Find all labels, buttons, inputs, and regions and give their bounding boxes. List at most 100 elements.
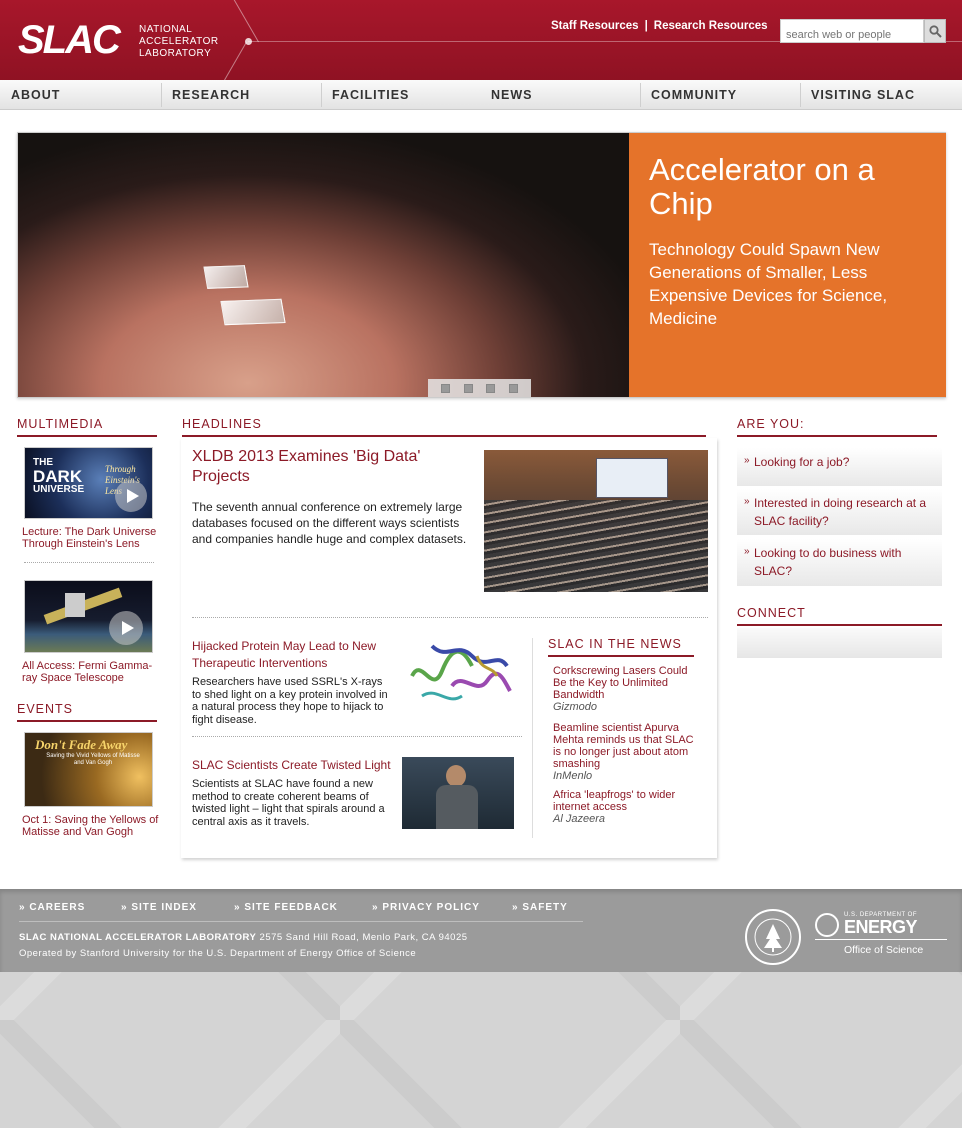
news-item-title[interactable]: Africa 'leapfrogs' to wider internet acc… [553,789,698,813]
logo-wordmark: SLAC [18,18,121,62]
chip-image [220,298,286,326]
event-caption[interactable]: Oct 1: Saving the Yellows of Matisse and… [22,814,162,838]
multimedia-heading: MULTIMEDIA [17,417,157,437]
footer-link-privacy-policy[interactable]: » PRIVACY POLICY [372,902,480,913]
connect-heading: CONNECT [737,606,942,626]
search-button[interactable] [924,19,946,43]
staff-resources-link[interactable]: Staff Resources [551,20,639,32]
hero-carousel: Accelerator on a Chip Technology Could S… [17,132,946,398]
hero-image[interactable] [18,133,629,397]
news-item[interactable]: Beamline scientist Apurva Mehta reminds … [553,722,698,782]
footer-link-careers[interactable]: » CAREERS [19,902,85,913]
event-thumbnail[interactable]: Don't Fade Away Saving the Vivid Yellows… [24,732,153,807]
hero-title[interactable]: Accelerator on a Chip [649,153,926,221]
footer-street: 2575 Sand Hill Road, Menlo Park, CA 9402… [259,932,468,943]
logo-subtitle: NATIONAL ACCELERATOR LABORATORY [139,24,219,60]
ask-research[interactable]: » Interested in doing research at a SLAC… [737,489,942,535]
footer-link-site-feedback[interactable]: » SITE FEEDBACK [234,902,338,913]
news-item-source: InMenlo [553,770,593,782]
carousel-dot[interactable] [486,383,496,393]
hero-subtitle: Technology Could Spawn New Generations o… [649,240,888,328]
nav-community[interactable]: COMMUNITY [640,80,737,110]
ask-business[interactable]: » Looking to do business with SLAC? [737,539,942,586]
protein-graphic [410,644,512,701]
header-decoration [228,0,259,43]
protein-image[interactable] [402,636,516,712]
chevron-right-icon: » [744,546,750,557]
footer-operated: Operated by Stanford University for the … [19,948,417,959]
carousel-dot[interactable] [463,383,473,393]
multimedia-caption[interactable]: Lecture: The Dark Universe Through Einst… [22,526,167,550]
chevron-right-icon: » [744,455,750,466]
nav-news[interactable]: NEWS [480,80,533,110]
thumb-line: Through [105,464,136,474]
ask-label: Interested in doing research at a SLAC f… [754,496,927,528]
top-links: Staff Resources | Research Resources [551,20,768,32]
person-head [446,765,466,787]
search-input[interactable] [780,19,924,43]
multimedia-caption[interactable]: All Access: Fermi Gamma-ray Space Telesc… [22,660,167,684]
thumb-title: Don't Fade Away [35,737,128,752]
news-item-source: Al Jazeera [553,813,605,825]
news-item[interactable]: Corkscrewing Lasers Could Be the Key to … [553,665,698,713]
main-nav: ABOUT RESEARCH FACILITIES NEWS COMMUNITY… [0,80,962,110]
chip-image [203,265,249,289]
nav-facilities[interactable]: FACILITIES [321,80,409,110]
search-box [780,19,946,43]
twisted-light-photo[interactable] [402,757,514,829]
news-item-title[interactable]: Beamline scientist Apurva Mehta reminds … [553,722,698,770]
projection-screen [596,458,668,498]
ask-label: Looking to do business with SLAC? [754,546,902,578]
divider [24,562,154,563]
divider [192,736,522,737]
headline-text: Researchers have used SSRL's X-rays to s… [192,676,388,726]
dark-universe-thumbnail[interactable]: THE DARK UNIVERSE Through Einstein's Len… [24,447,153,519]
hero-panel[interactable]: Accelerator on a Chip Technology Could S… [629,133,946,397]
conference-photo[interactable] [484,450,708,592]
divider [192,617,708,618]
carousel-pager [428,379,531,397]
nav-research[interactable]: RESEARCH [161,80,250,110]
headline-title[interactable]: SLAC Scientists Create Twisted Light [192,757,397,774]
footer-link-safety[interactable]: » SAFETY [512,902,568,913]
play-icon [109,611,143,645]
headline-text: Scientists at SLAC have found a new meth… [192,778,385,828]
doe-divider [815,939,947,940]
site-header: SLAC NATIONAL ACCELERATOR LABORATORY Sta… [0,0,962,80]
news-item-title[interactable]: Corkscrewing Lasers Could Be the Key to … [553,665,698,701]
doe-big-text: ENERGY [844,917,918,937]
footer-link-site-index[interactable]: » SITE INDEX [121,902,197,913]
page: SLAC NATIONAL ACCELERATOR LABORATORY Sta… [0,0,962,972]
doe-office-text: Office of Science [844,944,924,956]
column-divider [532,638,533,838]
headline-title[interactable]: Hijacked Protein May Lead to New Therape… [192,638,392,672]
play-icon [115,480,147,512]
audience [484,500,708,592]
footer-org: SLAC NATIONAL ACCELERATOR LABORATORY [19,932,257,943]
thumb-line: UNIVERSE [33,484,85,495]
doe-seal-icon [815,913,839,937]
lead-headline-title[interactable]: XLDB 2013 Examines 'Big Data' Projects [192,447,462,487]
fermi-telescope-thumbnail[interactable] [24,580,153,653]
research-resources-link[interactable]: Research Resources [654,20,768,32]
carousel-dot[interactable] [440,383,450,393]
footer-address: SLAC NATIONAL ACCELERATOR LABORATORY 257… [19,930,468,962]
stanford-seal-icon[interactable] [745,909,801,965]
slac-logo[interactable]: SLAC [18,18,121,62]
logo-line: NATIONAL [139,24,193,35]
ask-label: Looking for a job? [754,455,850,469]
separator: | [644,20,648,32]
logo-line: ACCELERATOR [139,36,219,47]
nav-visiting-slac[interactable]: VISITING SLAC [800,80,915,110]
carousel-dot[interactable] [509,383,519,393]
chevron-right-icon: » [744,496,750,507]
ask-job[interactable]: » Looking for a job? [737,448,942,486]
footer-divider [19,921,583,922]
headlines-heading: HEADLINES [182,417,706,437]
lead-headline-text: The seventh annual conference on extreme… [192,500,467,546]
nav-about[interactable]: ABOUT [0,80,60,110]
news-item[interactable]: Africa 'leapfrogs' to wider internet acc… [553,789,698,825]
connect-panel [737,628,942,658]
search-icon [928,24,942,38]
events-heading: EVENTS [17,702,157,722]
